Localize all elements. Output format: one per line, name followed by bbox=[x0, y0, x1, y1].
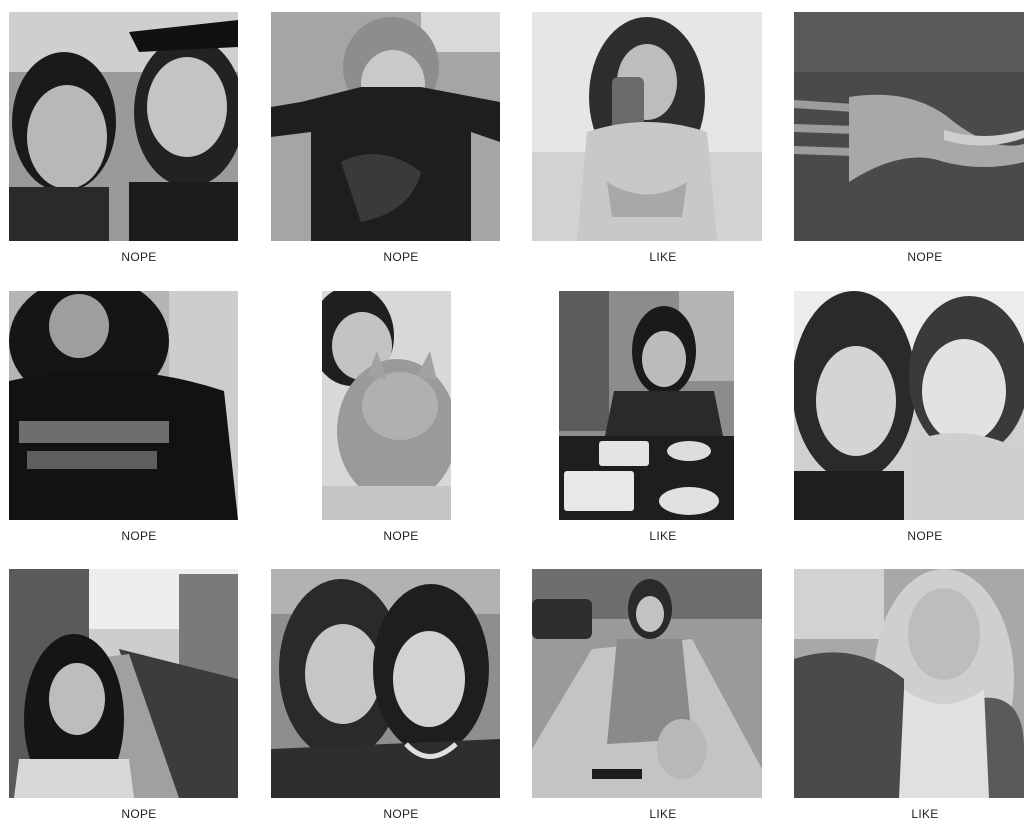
woman-by-canal-photo[interactable] bbox=[9, 569, 238, 798]
grid-item[interactable]: NOPE bbox=[8, 569, 270, 839]
grid-item[interactable]: NOPE bbox=[794, 12, 1035, 282]
fork-closeup-photo[interactable] bbox=[794, 12, 1024, 241]
verdict-label: NOPE bbox=[907, 529, 943, 543]
verdict-label: LIKE bbox=[911, 807, 939, 821]
grid-item[interactable]: LIKE bbox=[532, 569, 794, 839]
grid-item[interactable]: LIKE bbox=[532, 291, 794, 561]
woman-with-cat-photo[interactable] bbox=[322, 291, 451, 520]
woman-with-small-dog-photo[interactable] bbox=[532, 569, 762, 798]
grid-item[interactable]: NOPE bbox=[794, 291, 1035, 561]
woman-at-restaurant-table-photo[interactable] bbox=[559, 291, 734, 520]
verdict-label: NOPE bbox=[383, 529, 419, 543]
person-dark-tshirt-photo[interactable] bbox=[271, 12, 500, 241]
two-women-bright-selfie-photo[interactable] bbox=[794, 291, 1024, 520]
grid-item[interactable]: NOPE bbox=[8, 12, 270, 282]
verdict-label: NOPE bbox=[383, 807, 419, 821]
grid-item[interactable]: LIKE bbox=[532, 12, 794, 282]
photo-grid: NOPE NOPE LIKE NOPE NOPE NOPE LIKE NOPE … bbox=[0, 0, 1035, 834]
grid-item[interactable]: NOPE bbox=[270, 291, 532, 561]
verdict-label: NOPE bbox=[907, 250, 943, 264]
woman-with-shaker-bottle-photo[interactable] bbox=[532, 12, 762, 241]
verdict-label: LIKE bbox=[649, 250, 677, 264]
woman-madonna-tshirt-photo[interactable] bbox=[9, 291, 238, 520]
blonde-woman-selfie-photo[interactable] bbox=[794, 569, 1024, 798]
verdict-label: NOPE bbox=[121, 807, 157, 821]
grid-item[interactable]: NOPE bbox=[270, 12, 532, 282]
verdict-label: NOPE bbox=[121, 250, 157, 264]
grid-item[interactable]: NOPE bbox=[270, 569, 532, 839]
verdict-label: NOPE bbox=[383, 250, 419, 264]
verdict-label: NOPE bbox=[121, 529, 157, 543]
two-women-portrait-photo[interactable] bbox=[271, 569, 500, 798]
verdict-label: LIKE bbox=[649, 529, 677, 543]
two-women-selfie-photo[interactable] bbox=[9, 12, 238, 241]
grid-item[interactable]: LIKE bbox=[794, 569, 1035, 839]
verdict-label: LIKE bbox=[649, 807, 677, 821]
grid-item[interactable]: NOPE bbox=[8, 291, 270, 561]
